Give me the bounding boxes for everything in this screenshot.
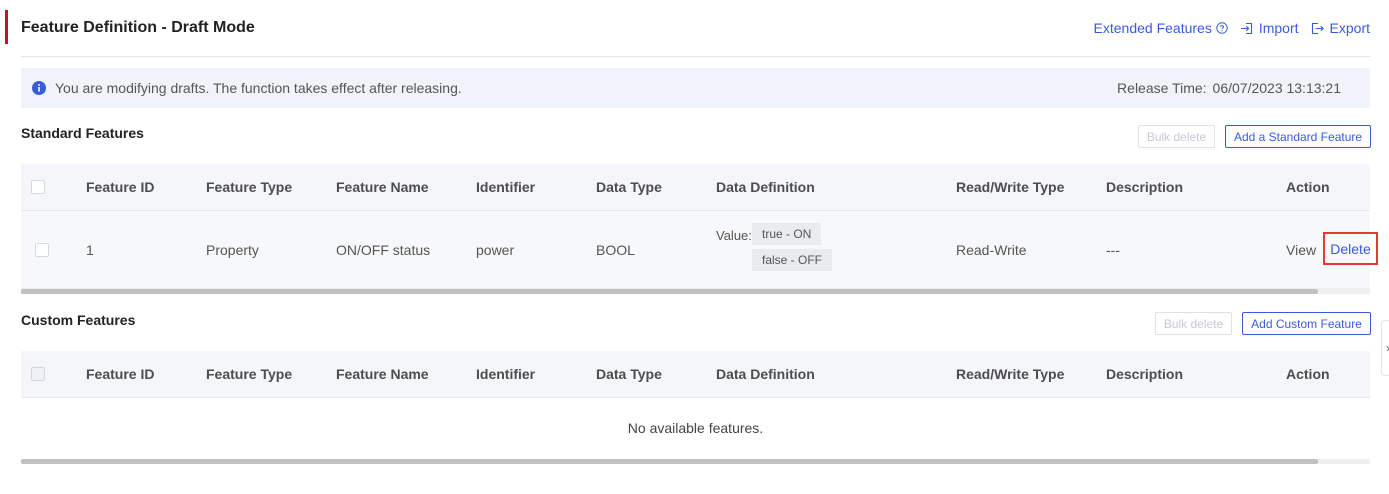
empty-state-text: No available features. xyxy=(627,420,764,436)
export-button[interactable]: Export xyxy=(1311,20,1370,36)
extended-features-label: Extended Features xyxy=(1093,20,1212,36)
title-divider xyxy=(21,56,1370,57)
data-type-cell: BOOL xyxy=(596,241,635,258)
col-feature-name: Feature Name xyxy=(336,366,429,382)
col-description: Description xyxy=(1106,179,1184,195)
import-icon xyxy=(1240,22,1252,34)
import-label: Import xyxy=(1258,20,1299,36)
feature-id-cell: 1 xyxy=(86,241,94,258)
release-time: Release Time: 06/07/2023 13:13:21 xyxy=(1117,80,1341,96)
col-description: Description xyxy=(1106,366,1184,382)
col-feature-id: Feature ID xyxy=(86,179,155,195)
rw-type-cell: Read-Write xyxy=(956,241,1027,258)
custom-table-scrollbar[interactable] xyxy=(21,459,1370,464)
import-button[interactable]: Import xyxy=(1240,20,1299,36)
standard-features-table: Feature ID Feature Type Feature Name Ide… xyxy=(21,164,1378,289)
col-data-type: Data Type xyxy=(596,179,662,195)
standard-table-scrollbar[interactable] xyxy=(21,289,1370,294)
release-time-label: Release Time: xyxy=(1117,80,1207,96)
standard-bulk-delete-button[interactable]: Bulk delete xyxy=(1138,125,1215,148)
data-definition-value: false - OFF xyxy=(752,249,833,271)
standard-features-title: Standard Features xyxy=(21,125,144,141)
export-icon xyxy=(1311,22,1324,34)
notice-text: You are modifying drafts. The function t… xyxy=(55,80,462,96)
table-header: Feature ID Feature Type Feature Name Ide… xyxy=(21,164,1370,211)
col-rw-type: Read/Write Type xyxy=(956,366,1065,382)
select-all-checkbox[interactable] xyxy=(31,367,45,381)
draft-notice-banner: You are modifying drafts. The function t… xyxy=(21,68,1370,108)
col-identifier: Identifier xyxy=(476,366,536,382)
col-data-definition: Data Definition xyxy=(716,366,815,382)
info-icon xyxy=(32,81,46,95)
extended-features-link[interactable]: Extended Features xyxy=(1094,20,1228,36)
select-all-checkbox[interactable] xyxy=(31,180,45,194)
feature-type-cell: Property xyxy=(206,241,259,258)
col-feature-type: Feature Type xyxy=(206,366,293,382)
custom-features-title: Custom Features xyxy=(21,312,136,328)
export-label: Export xyxy=(1329,20,1370,36)
custom-features-table: Feature ID Feature Type Feature Name Ide… xyxy=(21,351,1370,458)
col-identifier: Identifier xyxy=(476,179,536,195)
scrollbar-thumb[interactable] xyxy=(21,459,1318,464)
header-actions: Extended Features Import Export xyxy=(1094,20,1370,36)
col-action: Action xyxy=(1286,179,1330,195)
col-action: Action xyxy=(1286,366,1330,382)
col-rw-type: Read/Write Type xyxy=(956,179,1065,195)
help-circle-icon xyxy=(1216,22,1228,34)
title-accent-bar xyxy=(5,10,8,44)
delete-link-highlight: Delete xyxy=(1323,232,1378,265)
data-definition-value: true - ON xyxy=(752,223,822,245)
add-custom-feature-button[interactable]: Add Custom Feature xyxy=(1242,312,1371,335)
table-row: 1 Property ON/OFF status power BOOL Valu… xyxy=(21,211,1378,289)
empty-state-row: No available features. xyxy=(21,398,1370,458)
feature-name-cell: ON/OFF status xyxy=(336,241,431,258)
release-time-value: 06/07/2023 13:13:21 xyxy=(1212,80,1341,96)
description-cell: --- xyxy=(1106,241,1120,258)
col-feature-id: Feature ID xyxy=(86,366,155,382)
page-title: Feature Definition - Draft Mode xyxy=(21,19,255,36)
scrollbar-thumb[interactable] xyxy=(21,289,1318,294)
add-standard-feature-button[interactable]: Add a Standard Feature xyxy=(1225,125,1371,148)
col-data-definition: Data Definition xyxy=(716,179,815,195)
data-definition-label: Value: xyxy=(716,228,752,243)
view-link[interactable]: View xyxy=(1286,242,1316,258)
delete-link[interactable]: Delete xyxy=(1330,241,1370,257)
identifier-cell: power xyxy=(476,241,515,258)
col-feature-type: Feature Type xyxy=(206,179,293,195)
table-header: Feature ID Feature Type Feature Name Ide… xyxy=(21,351,1370,398)
col-feature-name: Feature Name xyxy=(336,179,429,195)
custom-bulk-delete-button[interactable]: Bulk delete xyxy=(1155,312,1232,335)
row-checkbox[interactable] xyxy=(35,242,49,257)
col-data-type: Data Type xyxy=(596,366,662,382)
